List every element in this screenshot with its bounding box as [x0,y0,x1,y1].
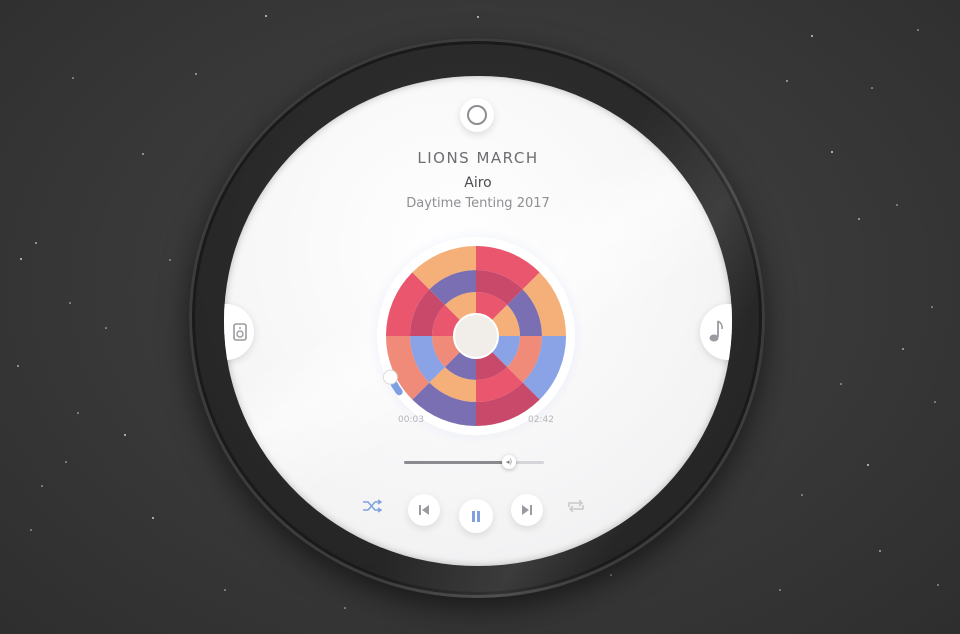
total-time: 02:42 [528,415,554,425]
volume-slider[interactable]: ◂) [404,455,544,469]
elapsed-time: 00:03 [398,415,424,425]
ring-button[interactable] [460,98,494,132]
pause-icon [472,511,480,522]
previous-button[interactable] [408,494,440,526]
repeat-icon [568,499,584,513]
ring-icon [467,105,487,125]
track-artist: Airo [464,175,492,191]
next-button[interactable] [511,494,543,526]
speaker-button[interactable] [224,304,254,360]
shuffle-button[interactable] [360,496,384,516]
watch-face: LIONS MARCH Airo Daytime Tenting 2017 00… [224,76,732,566]
disc-center [453,313,499,359]
pause-button[interactable] [459,499,493,533]
skip-next-icon [522,505,532,515]
music-note-icon [709,320,723,342]
volume-icon: ◂) [505,458,513,466]
skip-previous-icon [419,505,429,515]
volume-fill [404,461,509,464]
track-title: LIONS MARCH [417,149,539,167]
shuffle-icon [363,499,383,513]
speaker-icon [233,323,247,341]
progress-handle[interactable] [382,369,398,385]
repeat-button[interactable] [564,496,588,516]
music-button[interactable] [700,304,732,360]
volume-handle[interactable]: ◂) [502,455,516,469]
track-album: Daytime Tenting 2017 [406,196,550,211]
